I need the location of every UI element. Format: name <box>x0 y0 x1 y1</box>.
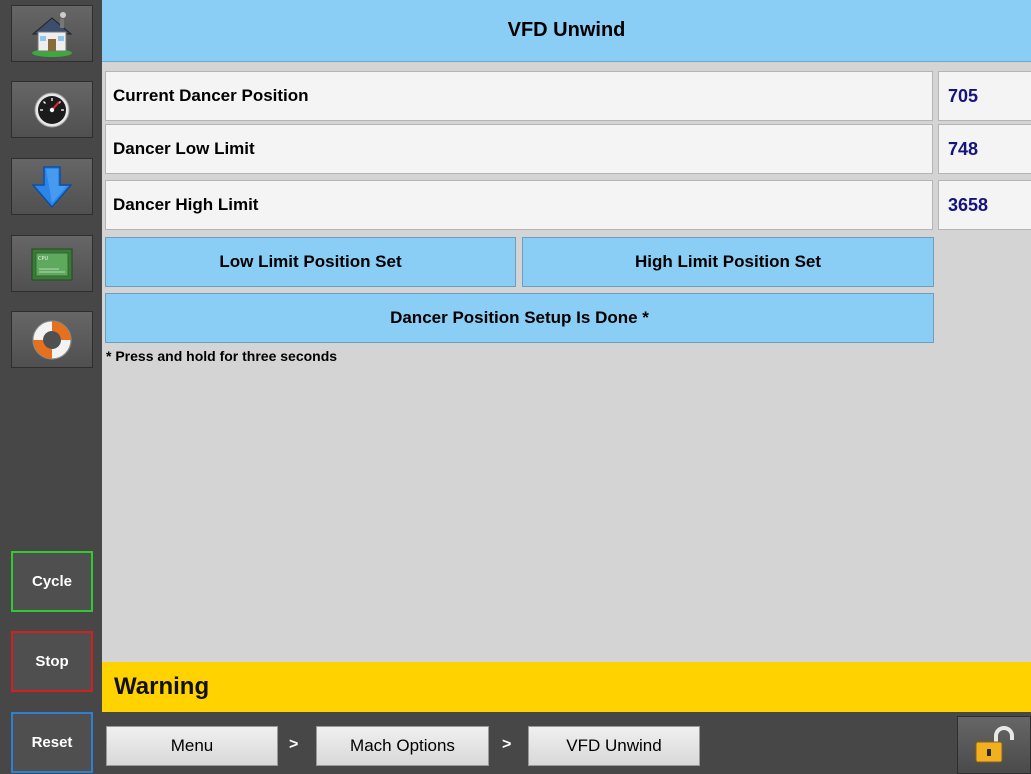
unlock-icon <box>975 726 1014 763</box>
breadcrumb: Menu > Mach Options > VFD Unwind <box>102 712 1031 774</box>
dancer-low-limit-value: 748 <box>938 124 1031 174</box>
lifebuoy-icon <box>32 320 72 359</box>
current-dancer-position-label: Current Dancer Position <box>105 71 933 121</box>
breadcrumb-menu[interactable]: Menu <box>106 726 278 766</box>
cycle-button[interactable]: Cycle <box>11 551 93 612</box>
breadcrumb-mach-options[interactable]: Mach Options <box>316 726 489 766</box>
lock-button[interactable] <box>957 716 1031 774</box>
cpu-icon: CPU <box>31 248 73 280</box>
home-button[interactable] <box>11 5 93 62</box>
reset-button[interactable]: Reset <box>11 712 93 773</box>
high-limit-position-set-button[interactable]: High Limit Position Set <box>522 237 934 287</box>
breadcrumb-separator: > <box>502 736 512 753</box>
current-dancer-position-value: 705 <box>938 71 1031 121</box>
download-button[interactable] <box>11 158 93 215</box>
dancer-low-limit-label: Dancer Low Limit <box>105 124 933 174</box>
stop-button[interactable]: Stop <box>11 631 93 692</box>
svg-text:CPU: CPU <box>38 256 49 262</box>
breadcrumb-separator: > <box>289 736 299 753</box>
dancer-high-limit-value: 3658 <box>938 180 1031 230</box>
home-icon <box>31 11 73 57</box>
download-arrow-icon <box>31 165 73 208</box>
hold-note: * Press and hold for three seconds <box>106 348 338 364</box>
breadcrumb-vfd-unwind[interactable]: VFD Unwind <box>528 726 700 766</box>
cpu-button[interactable]: CPU <box>11 235 93 292</box>
sidebar: CPU Cycle Stop Reset <box>0 0 102 774</box>
page-title: VFD Unwind <box>102 0 1031 62</box>
gauge-button[interactable] <box>11 81 93 138</box>
low-limit-position-set-button[interactable]: Low Limit Position Set <box>105 237 516 287</box>
main-panel: VFD Unwind Current Dancer Position 705 D… <box>102 0 1031 712</box>
gauge-icon <box>34 92 70 127</box>
help-button[interactable] <box>11 311 93 368</box>
warning-banner: Warning <box>102 662 1031 712</box>
dancer-high-limit-label: Dancer High Limit <box>105 180 933 230</box>
dancer-position-setup-done-button[interactable]: Dancer Position Setup Is Done * <box>105 293 934 343</box>
